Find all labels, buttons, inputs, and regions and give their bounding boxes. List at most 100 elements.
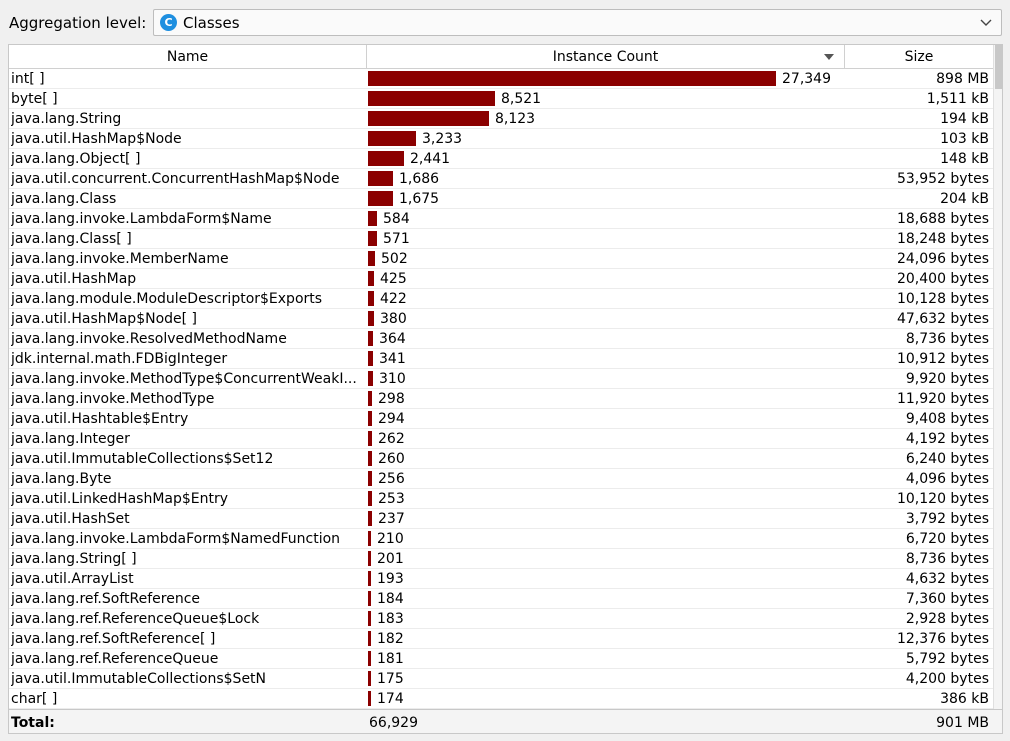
size-cell: 12,376 bytes <box>896 631 989 647</box>
column-header-name[interactable]: Name <box>9 45 367 68</box>
table-row[interactable]: java.lang.invoke.MethodType$ConcurrentWe… <box>9 369 993 389</box>
table-row[interactable]: jdk.internal.math.FDBigInteger 341 10,912 … <box>9 349 993 369</box>
instance-count-cell: 201 <box>367 549 845 568</box>
table-row[interactable]: java.util.concurrent.ConcurrentHashMap$N… <box>9 169 993 189</box>
aggregation-level-select[interactable]: C Classes <box>153 9 1002 36</box>
instance-table: Name Instance Count Size int[ ] 27,349 898… <box>8 44 1003 734</box>
instance-count-cell: 27,349 <box>367 69 845 88</box>
table-row[interactable]: java.util.ImmutableCollections$Set12 260 6… <box>9 449 993 469</box>
class-name-cell: java.util.ImmutableCollections$SetN <box>11 671 267 687</box>
instance-count-bar <box>368 331 373 346</box>
table-row[interactable]: java.util.HashMap$Node 3,233 103 kB <box>9 129 993 149</box>
table-row[interactable]: java.lang.module.ModuleDescriptor$Export… <box>9 289 993 309</box>
instance-count-bar <box>368 251 375 266</box>
instance-count-cell: 182 <box>367 629 845 648</box>
instance-count-value: 2,441 <box>410 151 451 167</box>
instance-count-value: 502 <box>381 251 408 267</box>
table-row[interactable]: java.util.ImmutableCollections$SetN 175 4,… <box>9 669 993 689</box>
table-row[interactable]: java.lang.invoke.ResolvedMethodName 364 8,… <box>9 329 993 349</box>
size-cell: 5,792 bytes <box>905 651 989 667</box>
instance-count-value: 182 <box>377 631 404 647</box>
table-row[interactable]: java.lang.Object[ ] 2,441 148 kB <box>9 149 993 169</box>
instance-count-value: 1,686 <box>399 171 440 187</box>
table-row[interactable]: java.lang.ref.SoftReference[ ] 182 12,376 … <box>9 629 993 649</box>
instance-count-value: 341 <box>379 351 406 367</box>
column-header-size[interactable]: Size <box>845 45 993 68</box>
table-row[interactable]: java.lang.Byte 256 4,096 bytes <box>9 469 993 489</box>
instance-count-bar <box>368 151 404 166</box>
instance-count-value: 584 <box>383 211 410 227</box>
instance-count-cell: 181 <box>367 649 845 668</box>
instance-count-bar <box>368 531 371 546</box>
table-row[interactable]: java.lang.invoke.LambdaForm$Name 584 18,68… <box>9 209 993 229</box>
instance-count-value: 571 <box>383 231 410 247</box>
column-header-instance-count[interactable]: Instance Count <box>367 45 845 68</box>
class-name-cell: java.lang.invoke.LambdaForm$NamedFunctio… <box>11 531 341 547</box>
table-row[interactable]: java.lang.Class[ ] 571 18,248 bytes <box>9 229 993 249</box>
instance-count-value: 253 <box>378 491 405 507</box>
instance-count-cell: 193 <box>367 569 845 588</box>
instance-count-cell: 310 <box>367 369 845 388</box>
table-row[interactable]: java.lang.ref.SoftReference 184 7,360 byte… <box>9 589 993 609</box>
table-row[interactable]: int[ ] 27,349 898 MB <box>9 69 993 89</box>
instance-count-cell: 8,521 <box>367 89 845 108</box>
table-row[interactable]: java.lang.ref.ReferenceQueue 181 5,792 byt… <box>9 649 993 669</box>
chevron-down-icon[interactable] <box>979 16 993 30</box>
table-row[interactable]: java.lang.Class 1,675 204 kB <box>9 189 993 209</box>
class-name-cell: java.lang.invoke.MemberName <box>11 251 229 267</box>
size-cell: 898 MB <box>936 71 989 87</box>
instance-count-value: 181 <box>377 651 404 667</box>
table-row[interactable]: java.lang.invoke.LambdaForm$NamedFunctio… <box>9 529 993 549</box>
table-row[interactable]: java.lang.invoke.MethodType 298 11,920 byt… <box>9 389 993 409</box>
instance-count-value: 380 <box>380 311 407 327</box>
instance-count-cell: 175 <box>367 669 845 688</box>
table-header: Name Instance Count Size <box>9 45 1002 69</box>
instance-count-value: 256 <box>378 471 405 487</box>
instance-count-cell: 298 <box>367 389 845 408</box>
table-row[interactable]: java.util.HashSet 237 3,792 bytes <box>9 509 993 529</box>
size-cell: 4,192 bytes <box>905 431 989 447</box>
instance-count-value: 183 <box>377 611 404 627</box>
table-row[interactable]: java.util.LinkedHashMap$Entry 253 10,120 b… <box>9 489 993 509</box>
instance-count-bar <box>368 631 371 646</box>
instance-count-cell: 3,233 <box>367 129 845 148</box>
class-name-cell: java.util.concurrent.ConcurrentHashMap$N… <box>11 171 340 187</box>
table-row[interactable]: java.lang.Integer 262 4,192 bytes <box>9 429 993 449</box>
table-row[interactable]: byte[ ] 8,521 1,511 kB <box>9 89 993 109</box>
vertical-scrollbar[interactable] <box>993 45 1002 709</box>
size-cell: 6,720 bytes <box>905 531 989 547</box>
size-cell: 10,128 bytes <box>896 291 989 307</box>
table-row[interactable]: char[ ] 174 386 kB <box>9 689 993 709</box>
table-row[interactable]: java.util.HashMap 425 20,400 bytes <box>9 269 993 289</box>
class-name-cell: byte[ ] <box>11 91 58 107</box>
table-row[interactable]: java.lang.ref.ReferenceQueue$Lock 183 2,92… <box>9 609 993 629</box>
table-row[interactable]: java.util.HashMap$Node[ ] 380 47,632 bytes <box>9 309 993 329</box>
size-cell: 3,792 bytes <box>905 511 989 527</box>
table-row[interactable]: java.util.Hashtable$Entry 294 9,408 bytes <box>9 409 993 429</box>
aggregation-label: Aggregation level: <box>9 14 147 32</box>
instance-count-bar <box>368 691 371 706</box>
scrollbar-thumb[interactable] <box>995 45 1002 89</box>
size-cell: 8,736 bytes <box>905 331 989 347</box>
table-row[interactable]: java.lang.invoke.MemberName 502 24,096 byt… <box>9 249 993 269</box>
instance-count-value: 310 <box>379 371 406 387</box>
class-name-cell: java.util.LinkedHashMap$Entry <box>11 491 229 507</box>
table-row[interactable]: java.lang.String 8,123 194 kB <box>9 109 993 129</box>
size-cell: 7,360 bytes <box>905 591 989 607</box>
class-name-cell: java.util.HashMap$Node[ ] <box>11 311 198 327</box>
instance-count-cell: 8,123 <box>367 109 845 128</box>
instance-count-value: 237 <box>378 511 405 527</box>
table-footer: Total: 66,929 901 MB <box>9 709 1002 733</box>
instance-count-bar <box>368 431 372 446</box>
table-row[interactable]: java.lang.String[ ] 201 8,736 bytes <box>9 549 993 569</box>
size-cell: 24,096 bytes <box>896 251 989 267</box>
class-name-cell: java.lang.invoke.MethodType <box>11 391 215 407</box>
instance-count-bar <box>368 311 374 326</box>
instance-count-bar <box>368 571 371 586</box>
table-row[interactable]: java.util.ArrayList 193 4,632 bytes <box>9 569 993 589</box>
class-name-cell: java.lang.Class[ ] <box>11 231 132 247</box>
instance-count-cell: 184 <box>367 589 845 608</box>
class-name-cell: java.lang.String[ ] <box>11 551 137 567</box>
class-name-cell: java.lang.Byte <box>11 471 112 487</box>
instance-count-bar <box>368 291 374 306</box>
